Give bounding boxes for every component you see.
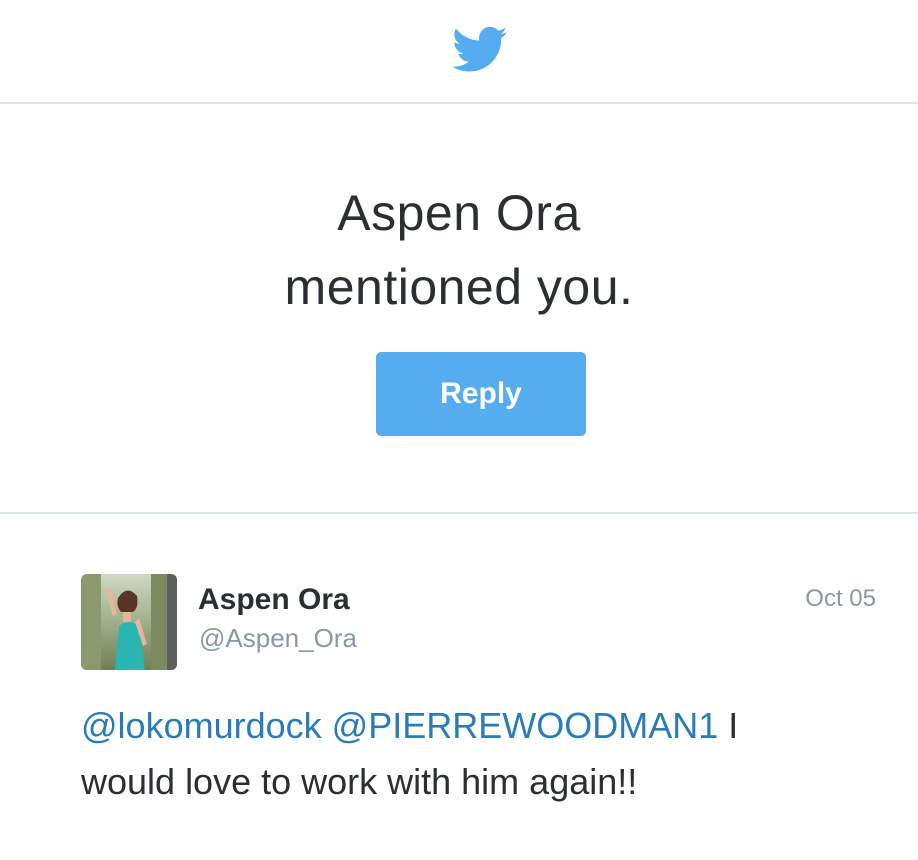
email-header (0, 0, 918, 104)
headline-action: mentioned you. (284, 259, 634, 315)
mention-link-lokomurdock[interactable]: @lokomurdock (81, 705, 322, 746)
notification-headline: Aspen Ora mentioned you. (0, 176, 918, 324)
twitter-bird-icon[interactable] (452, 26, 508, 74)
mention-link-pierrewoodman1[interactable]: @PIERREWOODMAN1 (332, 705, 719, 746)
author-name[interactable]: Aspen Ora (198, 582, 350, 618)
tweet-text: @lokomurdock @PIERREWOODMAN1 I would lov… (81, 698, 841, 810)
reply-button[interactable]: Reply (376, 352, 586, 436)
avatar[interactable] (81, 574, 177, 670)
notification-hero: Aspen Ora mentioned you. Reply (0, 104, 918, 514)
tweet-card[interactable]: Aspen Ora @Aspen_Ora Oct 05 @lokomurdock… (0, 514, 918, 860)
tweet-date[interactable]: Oct 05 (805, 584, 876, 614)
profile-photo-icon (81, 574, 177, 670)
headline-name: Aspen Ora (337, 185, 581, 241)
author-handle[interactable]: @Aspen_Ora (199, 622, 357, 654)
